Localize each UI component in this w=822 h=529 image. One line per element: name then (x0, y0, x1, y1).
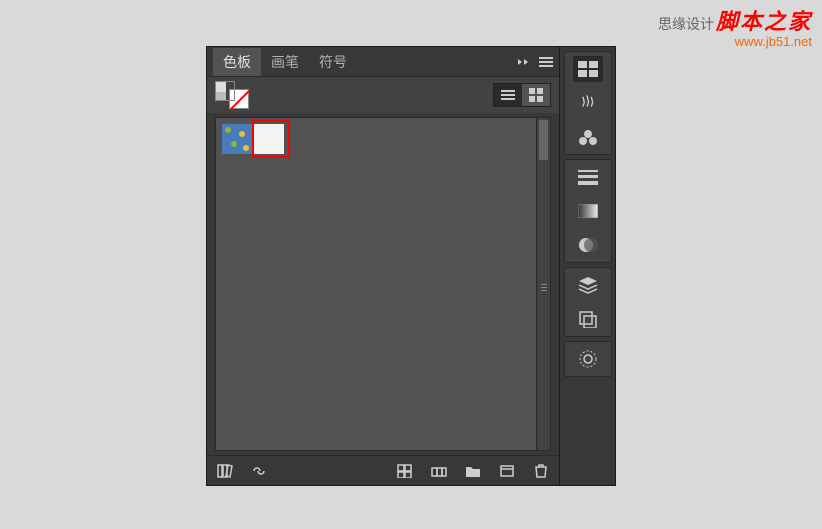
dock-brushes-icon[interactable] (573, 90, 603, 116)
watermark-url: www.jb51.net (658, 34, 812, 49)
panel-toolbar (207, 77, 559, 113)
swatches-panel: 色板 画笔 符号 (206, 46, 616, 486)
dock-gradient-icon[interactable] (573, 198, 603, 224)
dock-symbols-icon[interactable] (573, 124, 603, 150)
color-chips[interactable] (215, 81, 249, 109)
delete-icon[interactable] (531, 461, 551, 481)
grid-view-button[interactable] (522, 84, 550, 106)
side-dock (560, 46, 616, 486)
main-panel: 色板 画笔 符号 (206, 46, 560, 486)
watermark: 思缘设计脚本之家 www.jb51.net (658, 4, 812, 49)
view-toggle (493, 83, 551, 107)
bottom-toolbar (207, 455, 559, 485)
color-group-icon[interactable] (429, 461, 449, 481)
menu-icon[interactable] (539, 56, 553, 68)
expand-icon[interactable] (517, 57, 531, 67)
swatch-pattern[interactable] (222, 124, 252, 154)
swatch-options-icon[interactable] (395, 461, 415, 481)
new-swatch-icon[interactable] (497, 461, 517, 481)
dock-layers-icon[interactable] (573, 272, 603, 298)
tab-symbols[interactable]: 符号 (309, 48, 357, 76)
tab-swatches[interactable]: 色板 (213, 48, 261, 76)
swatch-row (222, 124, 544, 154)
watermark-prefix: 思缘设计 (658, 16, 714, 32)
dock-stroke-icon[interactable] (573, 164, 603, 190)
folder-icon[interactable] (463, 461, 483, 481)
scrollbar[interactable] (536, 118, 550, 450)
watermark-title: 脚本之家 (716, 9, 812, 34)
dock-swatches-icon[interactable] (573, 56, 603, 82)
panel-tabs: 色板 画笔 符号 (207, 47, 559, 77)
dock-transparency-icon[interactable] (573, 232, 603, 258)
break-link-icon[interactable] (249, 461, 269, 481)
swatch-list (215, 117, 551, 451)
tab-brushes[interactable]: 画笔 (261, 48, 309, 76)
dock-artboards-icon[interactable] (573, 306, 603, 332)
scrollbar-thumb[interactable] (539, 120, 548, 160)
library-icon[interactable] (215, 461, 235, 481)
list-view-button[interactable] (494, 84, 522, 106)
swatch-light[interactable] (254, 124, 284, 154)
dock-appearance-icon[interactable] (573, 346, 603, 372)
